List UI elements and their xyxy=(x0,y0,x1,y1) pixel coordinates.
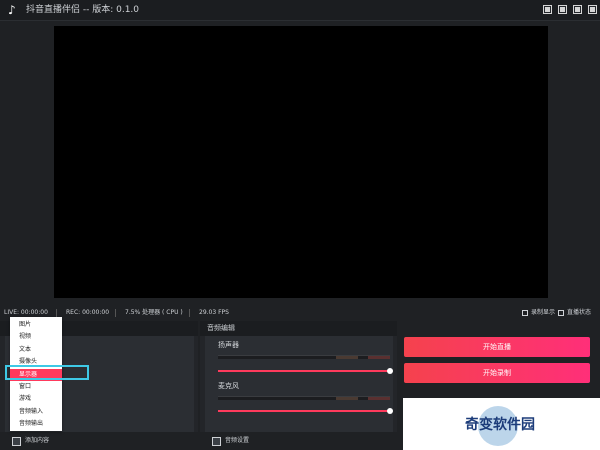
live-preview-canvas[interactable] xyxy=(54,26,548,298)
audio-panel: 音频编辑 扬声器 麦克风 音频设置 xyxy=(200,321,397,450)
mic-label: 麦克风 xyxy=(218,382,239,390)
image-icon xyxy=(12,437,21,446)
audio-panel-header: 音频编辑 xyxy=(200,321,397,336)
tiktok-note-icon: ♪ xyxy=(8,3,16,17)
audio-settings-label: 音频设置 xyxy=(225,437,250,444)
mic-level-meter xyxy=(218,396,390,400)
speaker-level-meter xyxy=(218,355,390,359)
mic-volume-slider[interactable] xyxy=(218,408,393,414)
start-live-button[interactable]: 开始直播 xyxy=(404,337,590,357)
minimize-icon[interactable] xyxy=(558,5,567,14)
audio-panel-title: 音频编辑 xyxy=(207,324,235,332)
divider xyxy=(56,309,57,317)
meter-segment xyxy=(336,397,358,400)
speaker-label: 扬声器 xyxy=(218,341,239,349)
preview-area xyxy=(0,21,600,306)
fps-readout: 29.03 FPS xyxy=(199,309,229,316)
rec-timer: REC: 00:00:00 xyxy=(66,309,110,316)
status-bar: LIVE: 00:00:00 REC: 00:00:00 7.5% 处理器 ( … xyxy=(0,306,600,320)
menu-item[interactable]: 视频 xyxy=(10,331,62,344)
meter-segment xyxy=(336,356,358,359)
audio-settings-button[interactable]: 音频设置 xyxy=(200,432,397,450)
cpu-usage: 7.5% 处理器 ( CPU ) xyxy=(125,309,183,316)
show-recording-label: 录制显示 xyxy=(531,309,556,316)
settings-icon[interactable] xyxy=(543,5,552,14)
close-icon[interactable] xyxy=(588,5,597,14)
divider xyxy=(189,309,190,317)
add-content-button[interactable]: 添加内容 xyxy=(0,432,198,450)
window-title: 抖音直播伴侣 -- 版本: 0.1.0 xyxy=(26,5,140,15)
watermark: 奇变软件园 xyxy=(403,398,600,450)
menu-item[interactable]: 游戏 xyxy=(10,393,62,406)
meter-segment xyxy=(368,397,390,400)
live-status-label: 直播状态 xyxy=(567,309,592,316)
divider xyxy=(115,309,116,317)
maximize-icon[interactable] xyxy=(573,5,582,14)
selection-highlight-box xyxy=(5,365,89,380)
add-content-label: 添加内容 xyxy=(25,437,50,444)
menu-item[interactable]: 文本 xyxy=(10,344,62,357)
speaker-volume-slider[interactable] xyxy=(218,368,393,374)
title-bar: ♪ 抖音直播伴侣 -- 版本: 0.1.0 xyxy=(0,0,600,21)
show-recording-checkbox[interactable] xyxy=(522,310,528,316)
audio-controls: 扬声器 麦克风 xyxy=(205,336,393,432)
slider-knob[interactable] xyxy=(387,368,393,374)
slider-knob[interactable] xyxy=(387,408,393,414)
menu-item[interactable]: 音频输入 xyxy=(10,406,62,419)
menu-item[interactable]: 窗口 xyxy=(10,381,62,394)
menu-item[interactable]: 音频输出 xyxy=(10,418,62,431)
watermark-text: 奇变软件园 xyxy=(465,417,535,433)
image-icon xyxy=(212,437,221,446)
meter-segment xyxy=(368,356,390,359)
start-record-button[interactable]: 开始录制 xyxy=(404,363,590,383)
menu-item[interactable]: 图片 xyxy=(10,319,62,332)
live-status-checkbox[interactable] xyxy=(558,310,564,316)
